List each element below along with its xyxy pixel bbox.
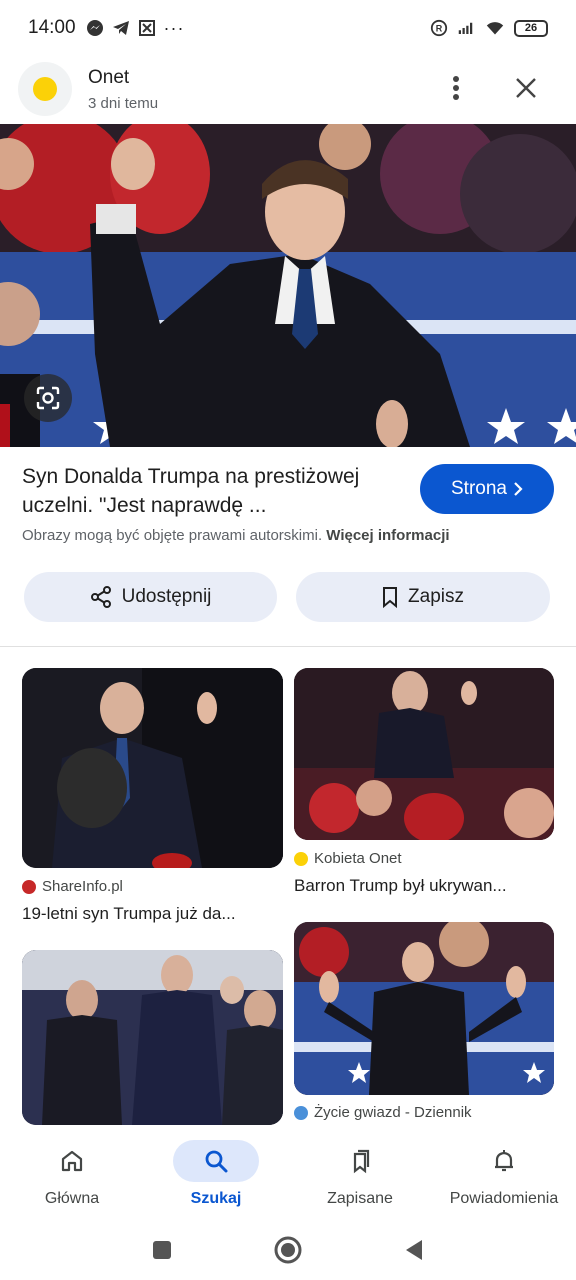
related-source-2[interactable]: Kobieta Onet [294, 850, 402, 867]
related-source-name: ShareInfo.pl [42, 878, 123, 895]
onet-favicon [294, 851, 308, 866]
nav-saved-label: Zapisane [327, 1190, 393, 1207]
share-label: Udostępnij [121, 586, 212, 607]
status-bar: 14:00 ··· R 26 [0, 0, 576, 56]
bell-icon [495, 1150, 513, 1172]
related-image-2[interactable] [294, 668, 554, 840]
app-notification-icon [138, 19, 156, 37]
nav-home-label: Główna [44, 1190, 100, 1207]
save-button[interactable]: Zapisz [296, 572, 550, 622]
related-source-name: Kobieta Onet [314, 850, 402, 867]
nav-search-label: Szukaj [190, 1190, 242, 1207]
hero-image[interactable] [0, 124, 576, 447]
nav-search[interactable]: Szukaj [144, 1130, 288, 1222]
home-icon [61, 1150, 83, 1172]
source-header: Onet 3 dni temu [0, 56, 576, 122]
system-navigation-bar [0, 1222, 576, 1280]
related-source-4[interactable]: Życie gwiazd - Dziennik [294, 1104, 472, 1121]
close-button[interactable] [504, 66, 548, 110]
home-circle-icon [274, 1236, 302, 1264]
bottom-navigation: Główna Szukaj Zapisane Powiadomienia [0, 1130, 576, 1222]
home-system-button[interactable] [272, 1234, 304, 1266]
zycie-gwiazd-favicon [294, 1105, 308, 1120]
svg-text:R: R [436, 24, 443, 34]
close-icon [516, 78, 536, 98]
visit-page-label: Strona [451, 478, 507, 499]
wifi-icon [486, 19, 504, 37]
nav-notifications-label: Powiadomienia [449, 1190, 559, 1207]
status-time: 14:00 [28, 17, 76, 38]
related-image-1[interactable] [22, 668, 283, 868]
result-title[interactable]: Syn Donalda Trumpa na prestiżowej uczeln… [22, 462, 402, 520]
shareinfo-favicon [22, 879, 36, 894]
share-icon [90, 586, 111, 608]
visit-page-button[interactable]: Strona [420, 464, 554, 514]
back-triangle-icon [406, 1240, 422, 1260]
more-info-link[interactable]: Więcej informacji [326, 527, 449, 544]
battery-icon: 26 [514, 19, 548, 37]
related-image-4[interactable] [294, 922, 554, 1095]
source-time: 3 dni temu [88, 94, 159, 112]
telegram-icon [112, 19, 130, 37]
source-logo[interactable] [18, 62, 72, 116]
bookmark-icon [383, 587, 398, 608]
battery-level: 26 [524, 22, 538, 34]
search-icon [205, 1150, 228, 1173]
signal-icon [458, 19, 476, 37]
copyright-notice: Obrazy mogą być objęte prawami autorskim… [22, 527, 450, 544]
related-image-3[interactable] [22, 950, 283, 1125]
nav-notifications[interactable]: Powiadomienia [432, 1130, 576, 1222]
recents-icon [153, 1241, 171, 1259]
copyright-text: Obrazy mogą być objęte prawami autorskim… [22, 527, 323, 544]
messenger-icon [86, 19, 104, 37]
source-name[interactable]: Onet [88, 67, 158, 89]
related-title-1[interactable]: 19-letni syn Trumpa już da... [22, 904, 236, 924]
related-source-name: Życie gwiazd - Dziennik [314, 1104, 472, 1121]
more-vert-icon [453, 76, 459, 100]
related-title-2[interactable]: Barron Trump był ukrywan... [294, 876, 507, 896]
more-options-button[interactable] [434, 66, 478, 110]
related-source-1[interactable]: ShareInfo.pl [22, 878, 123, 895]
lens-icon [36, 386, 60, 410]
registered-icon: R [430, 19, 448, 37]
saved-icon [353, 1149, 370, 1174]
onet-logo-dot [33, 77, 57, 101]
more-notifications-indicator: ··· [163, 17, 185, 38]
back-button[interactable] [398, 1234, 430, 1266]
nav-saved[interactable]: Zapisane [288, 1130, 432, 1222]
google-lens-button[interactable] [24, 374, 72, 422]
nav-home[interactable]: Główna [0, 1130, 144, 1222]
share-button[interactable]: Udostępnij [24, 572, 277, 622]
save-label: Zapisz [408, 586, 464, 607]
recents-button[interactable] [146, 1234, 178, 1266]
section-divider [0, 646, 576, 647]
chevron-right-icon [514, 482, 523, 496]
